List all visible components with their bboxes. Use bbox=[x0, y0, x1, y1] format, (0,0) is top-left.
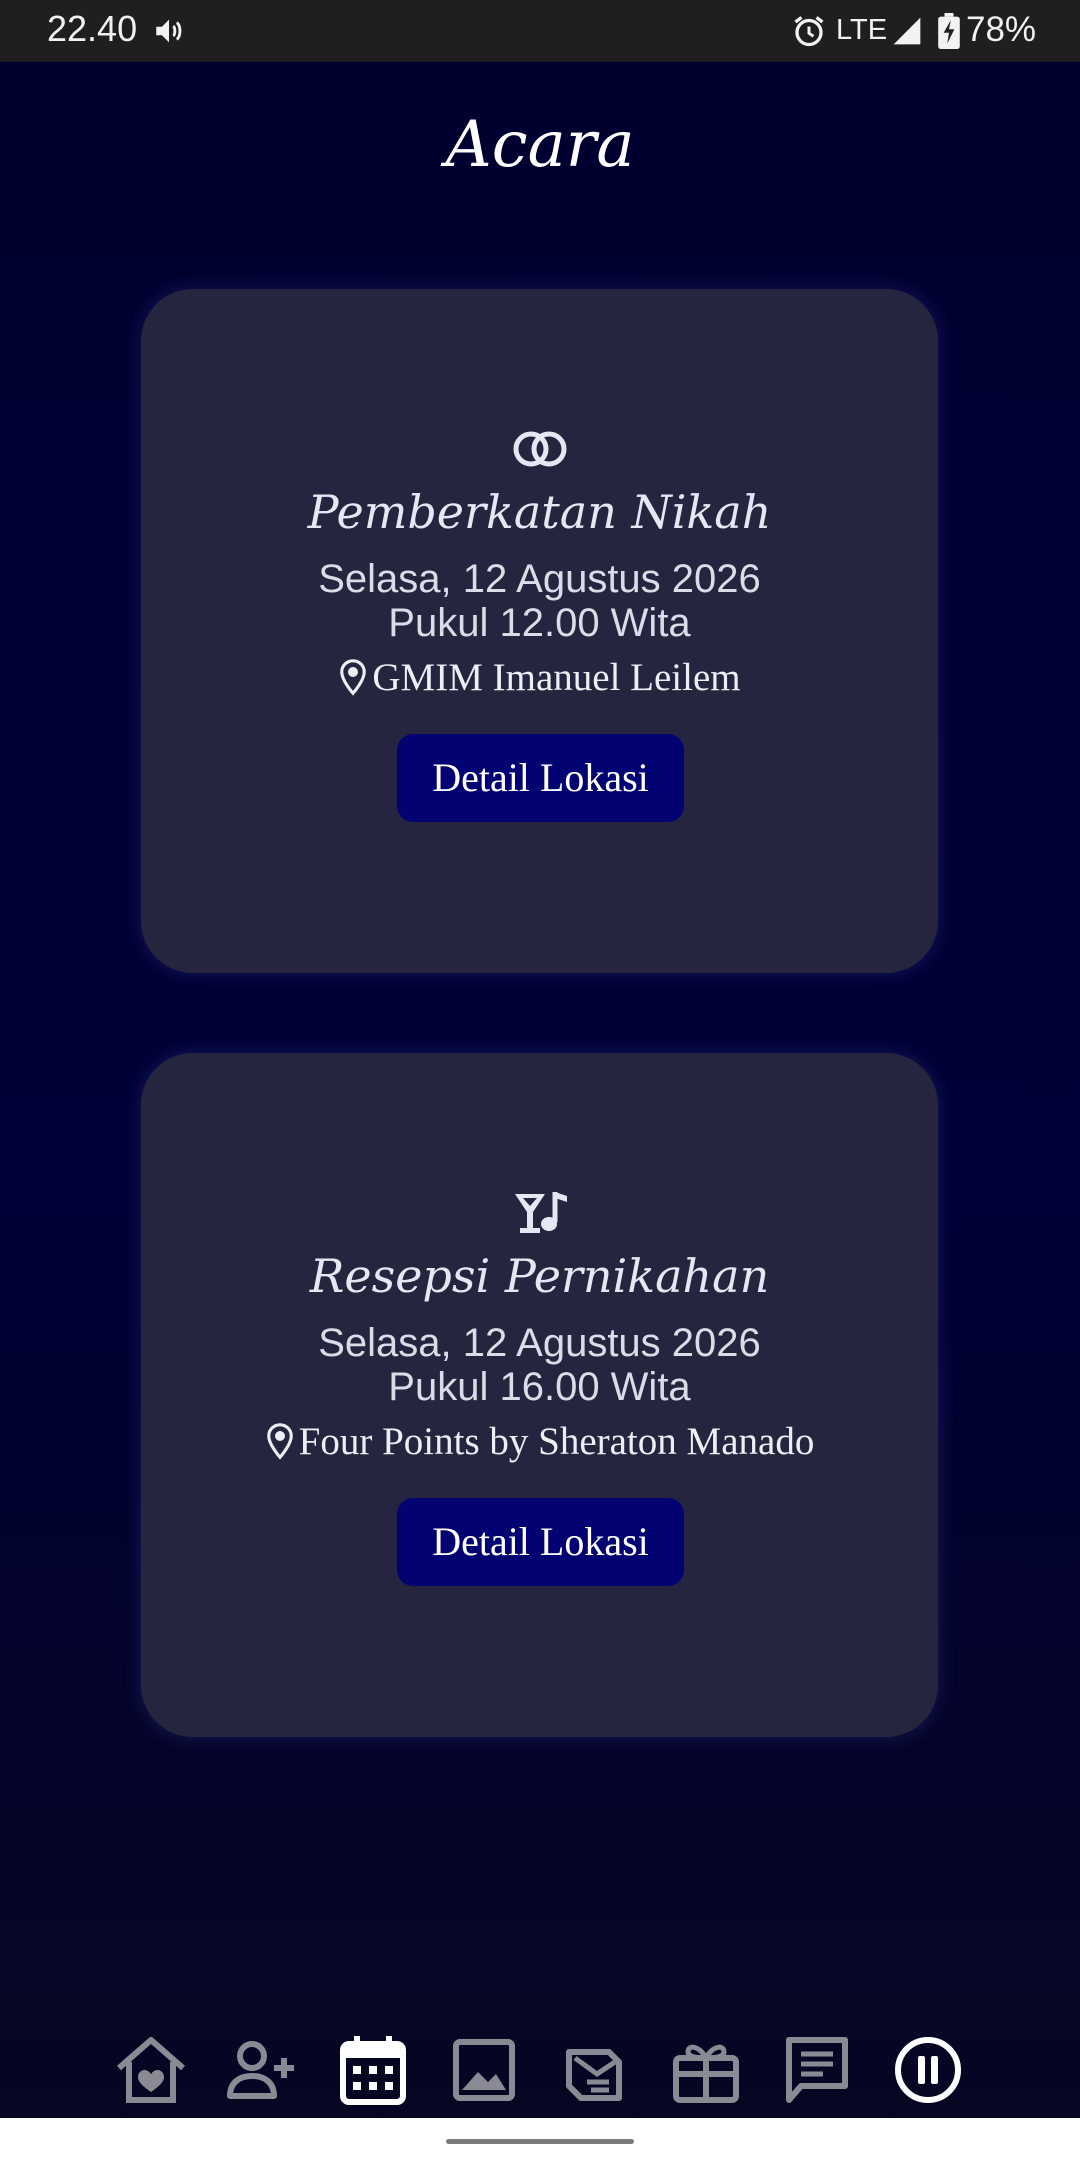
event-time: Pukul 16.00 Wita bbox=[388, 1365, 691, 1409]
nav-home-button[interactable] bbox=[111, 2030, 191, 2110]
nav-gallery-button[interactable] bbox=[444, 2030, 524, 2110]
status-bar: 22.40 LTE 78% bbox=[0, 0, 1080, 62]
image-icon bbox=[453, 2039, 515, 2101]
nav-gift-button[interactable] bbox=[666, 2030, 746, 2110]
page-title: Acara bbox=[445, 108, 635, 182]
event-date: Selasa, 12 Agustus 2026 bbox=[318, 1321, 761, 1365]
nav-calendar-button[interactable] bbox=[333, 2030, 413, 2110]
event-date: Selasa, 12 Agustus 2026 bbox=[318, 557, 761, 601]
bottom-nav bbox=[0, 2020, 1080, 2120]
location-pin-icon bbox=[340, 659, 367, 696]
detail-location-button[interactable]: Detail Lokasi bbox=[397, 1498, 684, 1586]
event-title: Resepsi Pernikahan bbox=[309, 1249, 770, 1303]
event-location: GMIM Imanuel Leilem bbox=[141, 655, 938, 700]
battery-charging-icon bbox=[938, 13, 960, 49]
nav-comments-button[interactable] bbox=[777, 2030, 857, 2110]
signal-icon bbox=[893, 17, 921, 45]
pause-icon bbox=[895, 2037, 961, 2103]
event-location-text: GMIM Imanuel Leilem bbox=[372, 656, 741, 699]
event-card: Resepsi Pernikahan Selasa, 12 Agustus 20… bbox=[141, 1053, 938, 1737]
event-time: Pukul 12.00 Wita bbox=[388, 601, 691, 645]
comment-icon bbox=[786, 2037, 848, 2103]
cocktail-music-icon bbox=[515, 1192, 567, 1233]
person-add-icon bbox=[227, 2041, 294, 2099]
alarm-icon bbox=[794, 16, 824, 47]
volume-icon bbox=[156, 19, 182, 43]
nav-music-pause-button[interactable] bbox=[888, 2030, 968, 2110]
battery-percent: 78% bbox=[966, 10, 1037, 49]
detail-location-button[interactable]: Detail Lokasi bbox=[397, 734, 684, 822]
nav-guests-button[interactable] bbox=[222, 2030, 302, 2110]
home-heart-icon bbox=[117, 2037, 185, 2103]
event-location: Four Points by Sheraton Manado bbox=[141, 1419, 938, 1464]
gesture-nav-area bbox=[0, 2118, 1080, 2160]
event-card: Pemberkatan Nikah Selasa, 12 Agustus 202… bbox=[141, 289, 938, 973]
letter-icon bbox=[566, 2049, 622, 2101]
network-type: LTE bbox=[836, 14, 888, 46]
status-time: 22.40 bbox=[47, 8, 138, 49]
location-pin-icon bbox=[266, 1423, 293, 1460]
screen: 22.40 LTE 78% Acara Pemberkatan Nikah Se… bbox=[0, 0, 1080, 2160]
home-gesture-handle[interactable] bbox=[446, 2139, 634, 2144]
event-title: Pemberkatan Nikah bbox=[307, 485, 772, 539]
nav-letter-button[interactable] bbox=[555, 2030, 635, 2110]
event-location-text: Four Points by Sheraton Manado bbox=[298, 1420, 815, 1463]
wedding-rings-icon bbox=[513, 431, 567, 467]
gift-icon bbox=[673, 2044, 739, 2103]
calendar-icon bbox=[340, 2036, 406, 2105]
